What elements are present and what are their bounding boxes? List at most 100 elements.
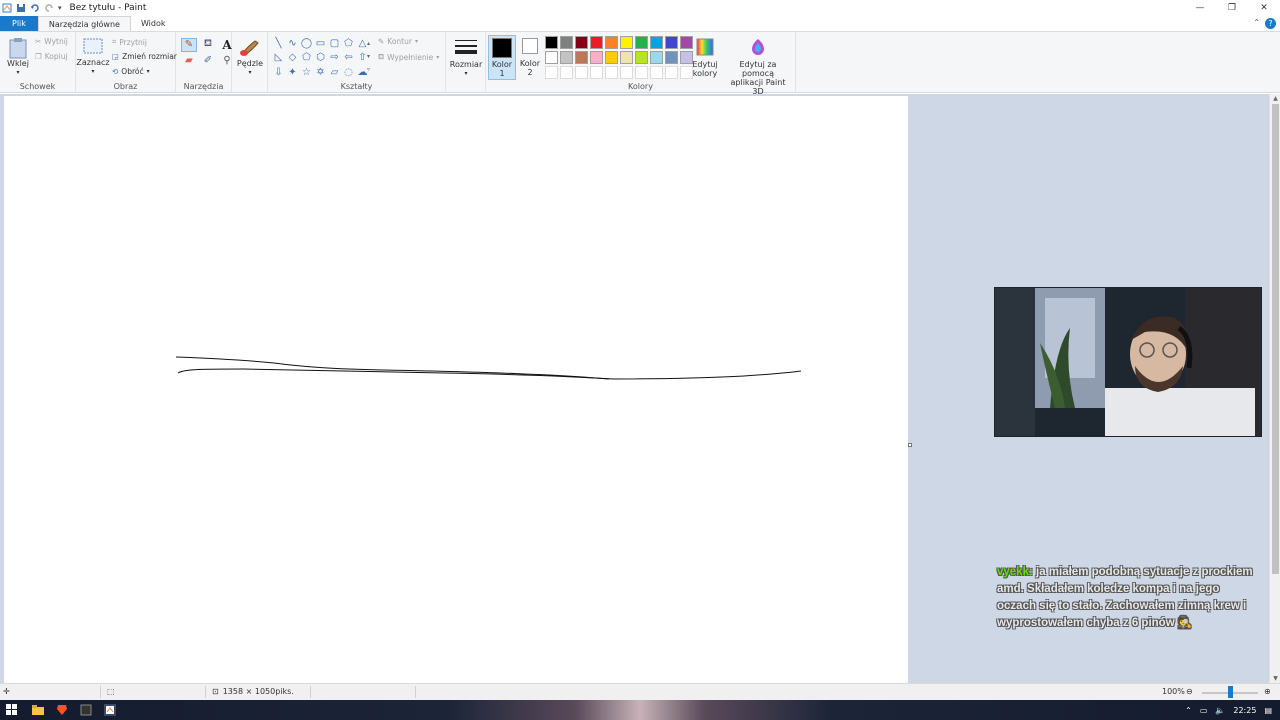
windows-start-icon[interactable] [6, 704, 18, 716]
star-four-shape-icon[interactable]: ✦ [286, 66, 299, 79]
palette-swatch[interactable] [575, 36, 588, 49]
palette-swatch[interactable] [680, 51, 693, 64]
cut-button[interactable]: ✂ Wytnij [35, 37, 68, 46]
file-explorer-icon[interactable] [32, 704, 44, 716]
color1-button[interactable]: Kolor 1 [488, 35, 516, 80]
pentagon-shape-icon[interactable]: ⬠ [300, 51, 313, 64]
scroll-up-icon[interactable]: ▲ [1270, 95, 1280, 102]
save-icon[interactable] [16, 3, 26, 13]
palette-swatch[interactable] [605, 36, 618, 49]
copy-button[interactable]: ❐ Kopiuj [35, 52, 68, 61]
select-button[interactable]: Zaznacz ▾ [76, 37, 110, 76]
palette-swatch[interactable] [545, 51, 558, 64]
arrow-right-shape-icon[interactable]: ⇨ [328, 51, 341, 64]
paint-taskbar-icon[interactable] [104, 704, 116, 716]
pencil-icon[interactable]: ✎ [181, 38, 197, 52]
custom-color-slot[interactable] [560, 66, 573, 79]
help-icon[interactable]: ? [1265, 18, 1276, 29]
palette-swatch[interactable] [620, 36, 633, 49]
fill-bucket-icon[interactable]: ⛾ [200, 38, 216, 52]
callout-rect-shape-icon[interactable]: ▱ [328, 66, 341, 79]
scroll-down-icon[interactable]: ▼ [1270, 675, 1280, 682]
arrow-down-shape-icon[interactable]: ⇩ [272, 66, 285, 79]
maximize-icon[interactable]: ❐ [1216, 0, 1248, 16]
palette-swatch[interactable] [620, 51, 633, 64]
star-six-shape-icon[interactable]: ✡ [314, 66, 327, 79]
palette-swatch[interactable] [650, 36, 663, 49]
custom-color-slot[interactable] [665, 66, 678, 79]
palette-swatch[interactable] [635, 36, 648, 49]
crop-button[interactable]: ⌗ Przytnij [112, 37, 147, 47]
diamond-shape-icon[interactable]: ◇ [286, 51, 299, 64]
undo-icon[interactable] [30, 3, 40, 13]
custom-color-slot[interactable] [680, 66, 693, 79]
palette-swatch[interactable] [665, 36, 678, 49]
curve-shape-icon[interactable]: ∿ [286, 37, 299, 50]
palette-swatch[interactable] [590, 36, 603, 49]
paste-button[interactable]: Wklej ▾ [5, 37, 31, 77]
custom-color-slot[interactable] [605, 66, 618, 79]
brave-browser-icon[interactable] [56, 704, 68, 716]
custom-color-slot[interactable] [545, 66, 558, 79]
palette-swatch[interactable] [650, 51, 663, 64]
size-button[interactable]: Rozmiar ▾ [450, 37, 482, 78]
customize-toolbar-icon[interactable]: ▾ [58, 4, 62, 12]
minimize-icon[interactable]: — [1184, 0, 1216, 16]
palette-swatch[interactable] [605, 51, 618, 64]
outline-button[interactable]: ✎ Kontur ▾ [378, 37, 418, 46]
shapes-scroll[interactable]: ▴ ▾ ▿ [367, 37, 370, 76]
zoom-slider-thumb[interactable] [1228, 686, 1233, 698]
notifications-icon[interactable]: ▤ [1264, 706, 1272, 715]
palette-swatch[interactable] [545, 36, 558, 49]
arrow-left-shape-icon[interactable]: ⇦ [342, 51, 355, 64]
palette-swatch[interactable] [635, 51, 648, 64]
callout-oval-shape-icon[interactable]: ◌ [342, 66, 355, 79]
color-picker-icon[interactable]: ✐ [200, 55, 216, 66]
tab-view[interactable]: Widok [131, 16, 176, 31]
shapes-gallery[interactable]: ╲ ∿ ◯ ▭ ▢ ⬠ △ ◺ ◇ ⬠ ⬡ ⇨ ⇦ ⇧ ⇩ ✦ ☆ ✡ ▱ ◌ … [272, 37, 376, 79]
custom-color-slot[interactable] [590, 66, 603, 79]
rotate-button[interactable]: ⟲ Obróć ▾ [112, 67, 150, 76]
polygon-shape-icon[interactable]: ⬠ [342, 37, 355, 50]
volume-icon[interactable]: 🔈 [1215, 706, 1225, 715]
zoom-in-icon[interactable]: ⊕ [1264, 687, 1271, 696]
scrollbar-thumb[interactable] [1272, 104, 1279, 574]
canvas-resize-handle[interactable] [908, 443, 912, 447]
close-icon[interactable]: ✕ [1248, 0, 1280, 16]
selection-icon [83, 38, 103, 54]
vertical-scrollbar[interactable]: ▲ ▼ [1269, 94, 1280, 683]
right-triangle-shape-icon[interactable]: ◺ [272, 51, 285, 64]
rounded-rectangle-shape-icon[interactable]: ▢ [328, 37, 341, 50]
eraser-icon[interactable]: ▰ [181, 55, 197, 66]
clock[interactable]: 22:25 [1233, 706, 1256, 715]
custom-color-slot[interactable] [650, 66, 663, 79]
custom-color-slot[interactable] [635, 66, 648, 79]
palette-swatch[interactable] [560, 36, 573, 49]
line-shape-icon[interactable]: ╲ [272, 37, 285, 50]
zoom-out-icon[interactable]: ⊖ [1186, 687, 1193, 696]
custom-color-slot[interactable] [575, 66, 588, 79]
tab-home[interactable]: Narzędzia główne [37, 16, 131, 31]
palette-swatch[interactable] [680, 36, 693, 49]
redo-icon[interactable] [44, 3, 54, 13]
custom-color-slot[interactable] [620, 66, 633, 79]
oval-shape-icon[interactable]: ◯ [300, 37, 313, 50]
fill-button[interactable]: ⛾ Wypełnienie ▾ [378, 52, 439, 62]
palette-swatch[interactable] [560, 51, 573, 64]
collapse-ribbon-icon[interactable]: ⌃ [1253, 18, 1260, 27]
brushes-button[interactable]: Pędzle ▾ [236, 37, 264, 77]
drawing-canvas[interactable] [4, 96, 908, 683]
palette-swatch[interactable] [590, 51, 603, 64]
color2-button[interactable]: Kolor 2 [518, 38, 542, 77]
resize-button[interactable]: ◲ Zmień rozmiar [112, 52, 177, 61]
palette-swatch[interactable] [575, 51, 588, 64]
hexagon-shape-icon[interactable]: ⬡ [314, 51, 327, 64]
app-icon[interactable] [80, 704, 92, 716]
network-icon[interactable]: ▭ [1200, 706, 1208, 715]
rectangle-shape-icon[interactable]: ▭ [314, 37, 327, 50]
edit-colors-button[interactable]: Edytuj kolory [690, 37, 720, 78]
palette-swatch[interactable] [665, 51, 678, 64]
tray-chevron-icon[interactable]: ⌃ [1185, 706, 1192, 715]
star-five-shape-icon[interactable]: ☆ [300, 66, 313, 79]
tab-file[interactable]: Plik [0, 16, 38, 31]
